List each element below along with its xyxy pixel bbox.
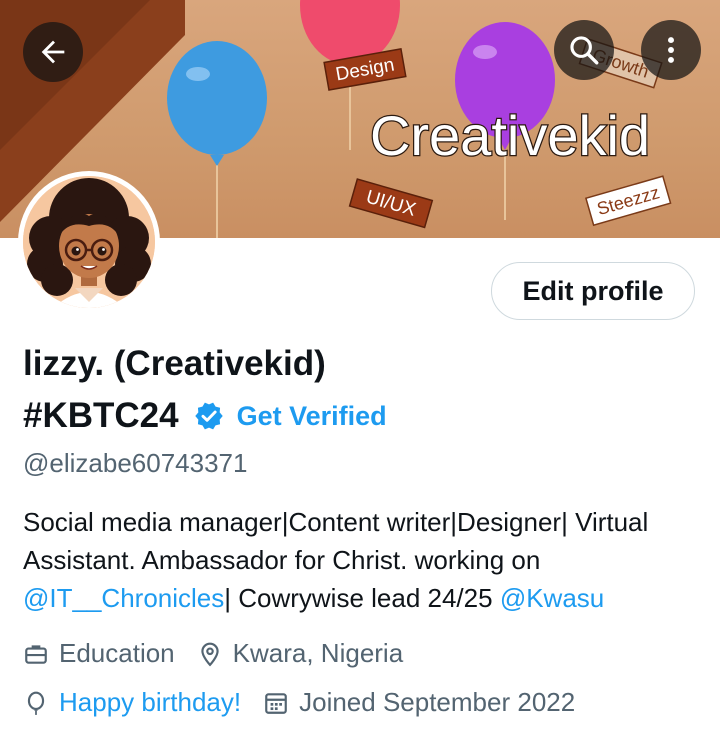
- user-handle: @elizabe60743371: [23, 448, 248, 478]
- more-vertical-icon: [668, 37, 674, 63]
- arrow-left-icon: [41, 40, 65, 64]
- banner-title: Creativekid: [370, 104, 650, 167]
- birthday-label[interactable]: Happy birthday!: [59, 687, 241, 718]
- mention-it-chronicles[interactable]: @IT__Chronicles: [23, 583, 224, 613]
- location-pin-icon: [200, 642, 219, 666]
- bio-text-1: Social media manager|Content writer|Desi…: [23, 507, 649, 575]
- edit-profile-label: Edit profile: [522, 275, 664, 306]
- display-name-line2: #KBTC24 Get Verified: [23, 392, 387, 440]
- mention-kwasu[interactable]: @Kwasu: [500, 583, 604, 613]
- avatar-image: [23, 176, 155, 308]
- search-button[interactable]: [554, 20, 614, 80]
- joined-label: Joined September 2022: [299, 687, 576, 717]
- display-name-hashtag: #KBTC24: [23, 396, 179, 435]
- joined-item: Joined September 2022: [263, 687, 575, 718]
- more-options-button[interactable]: [641, 20, 701, 80]
- profile-meta-row-2: Happy birthday! Joined September 2022: [23, 687, 597, 718]
- birthday-item: Happy birthday!: [23, 687, 241, 718]
- briefcase-icon: [25, 644, 47, 664]
- bio-text-2: | Cowrywise lead 24/25: [224, 583, 500, 613]
- back-button[interactable]: [23, 22, 83, 82]
- blue-balloon: [167, 41, 267, 155]
- search-icon: [570, 36, 599, 65]
- calendar-icon: [265, 692, 287, 714]
- tag-steezzz: Steezzz: [584, 175, 672, 227]
- category-label: Education: [59, 638, 175, 668]
- edit-profile-button[interactable]: Edit profile: [491, 262, 695, 320]
- profile-meta-row-1: Education Kwara, Nigeria: [23, 638, 425, 669]
- location-item: Kwara, Nigeria: [197, 638, 404, 669]
- display-name: lizzy. (Creativekid): [23, 344, 326, 383]
- avatar[interactable]: [18, 171, 160, 313]
- bio: Social media manager|Content writer|Desi…: [23, 503, 713, 617]
- balloon-icon: [27, 691, 45, 715]
- category-item: Education: [23, 638, 175, 669]
- verified-badge-icon[interactable]: [193, 400, 225, 432]
- get-verified-link[interactable]: Get Verified: [237, 401, 387, 432]
- location-label: Kwara, Nigeria: [232, 638, 404, 668]
- tag-uiux: UI/UX: [348, 178, 434, 229]
